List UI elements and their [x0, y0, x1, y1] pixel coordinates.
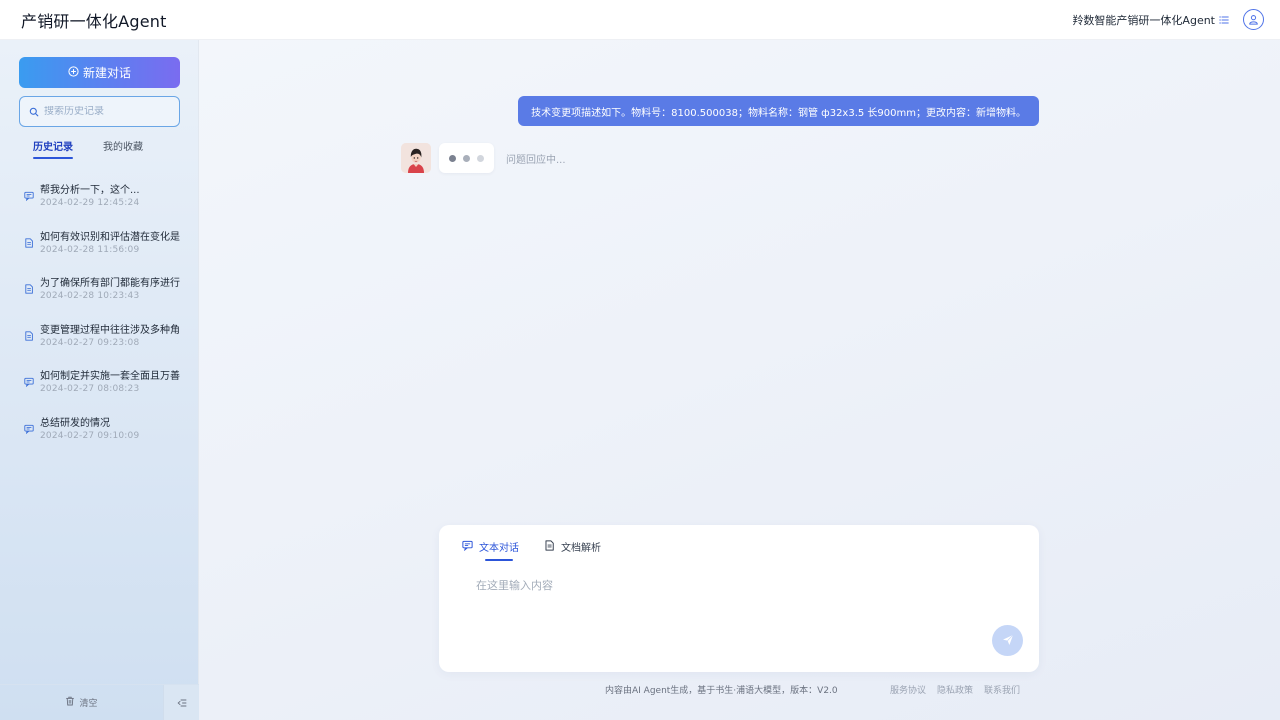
collapse-sidebar-button[interactable]: [163, 685, 199, 720]
search-icon: [29, 102, 39, 121]
history-item-title: 为了确保所有部门都能有序进行: [40, 278, 180, 290]
plus-circle-icon: [68, 65, 79, 80]
list-icon: [1219, 15, 1229, 25]
message-input[interactable]: [476, 577, 976, 637]
header-actions: 羚数智能产销研一体化Agent: [1072, 9, 1264, 30]
footer-links: 服务协议 隐私政策 联系我们: [890, 683, 1020, 696]
sidebar-footer: 清空: [0, 684, 199, 720]
tab-favorites[interactable]: 我的收藏: [103, 138, 143, 157]
history-item[interactable]: 如何有效识别和评估潜在变化是 2024-02-28 11:56:09: [24, 231, 192, 278]
history-item-date: 2024-02-28 10:23:43: [40, 291, 140, 302]
terms-link[interactable]: 服务协议: [890, 683, 926, 696]
document-icon: [544, 539, 555, 554]
send-button[interactable]: [992, 625, 1023, 656]
history-item-title: 如何有效识别和评估潜在变化是: [40, 231, 180, 243]
history-search-input[interactable]: [44, 106, 164, 117]
chat-icon: [24, 419, 34, 435]
sidebar-tabs: 历史记录 我的收藏: [33, 138, 143, 159]
chat-icon: [24, 186, 34, 202]
contact-link[interactable]: 联系我们: [984, 683, 1020, 696]
history-item-date: 2024-02-27 09:10:09: [40, 430, 140, 441]
collapse-icon: [177, 693, 187, 712]
tab-text-chat-label: 文本对话: [479, 543, 519, 554]
trash-icon: [65, 696, 75, 709]
tab-document-parse-label: 文档解析: [561, 543, 601, 554]
chat-icon: [462, 540, 473, 554]
top-header: 产销研一体化Agent 羚数智能产销研一体化Agent: [0, 0, 1280, 40]
response-status: 问题回应中...: [506, 154, 566, 166]
history-item-title: 变更管理过程中往往涉及多种角: [40, 324, 180, 336]
history-item-date: 2024-02-29 12:45:24: [40, 198, 140, 208]
user-profile-button[interactable]: [1243, 9, 1264, 30]
typing-dot: [463, 154, 470, 162]
sidebar: 新建对话 历史记录 我的收藏 帮我分析一下，这个... 2024-02-29 1…: [0, 40, 199, 720]
clear-history-button[interactable]: 清空: [0, 685, 163, 720]
app-title: 产销研一体化Agent: [21, 11, 167, 31]
user-icon: [1248, 10, 1259, 29]
org-link-label: 羚数智能产销研一体化Agent: [1072, 13, 1215, 27]
history-item[interactable]: 帮我分析一下，这个... 2024-02-29 12:45:24: [24, 184, 192, 231]
new-chat-button[interactable]: 新建对话: [19, 57, 180, 88]
history-item[interactable]: 总结研发的情况 2024-02-27 09:10:09: [24, 417, 192, 464]
privacy-link[interactable]: 隐私政策: [937, 683, 973, 696]
composer-panel: 文本对话 文档解析: [439, 525, 1039, 672]
history-item-date: 2024-02-28 11:56:09: [40, 244, 140, 255]
send-icon: [1002, 631, 1014, 650]
mode-tabs: 文本对话 文档解析: [462, 539, 601, 561]
history-item[interactable]: 变更管理过程中往往涉及多种角 2024-02-27 09:23:08: [24, 324, 192, 371]
history-item-title: 帮我分析一下，这个...: [40, 185, 140, 196]
history-item[interactable]: 为了确保所有部门都能有序进行 2024-02-28 10:23:43: [24, 277, 192, 324]
history-item-title: 如何制定并实施一套全面且万善: [40, 371, 180, 383]
history-item-title: 总结研发的情况: [40, 417, 110, 429]
history-item-date: 2024-02-27 08:08:23: [40, 384, 140, 395]
history-item[interactable]: 如何制定并实施一套全面且万善 2024-02-27 08:08:23: [24, 370, 192, 417]
chat-area: 技术变更项描述如下。物料号：8100.500038；物料名称：钢管 ф32x3.…: [199, 40, 1280, 720]
history-search: [19, 96, 180, 127]
typing-indicator: [439, 143, 494, 173]
document-icon: [24, 233, 34, 248]
tab-document-parse[interactable]: 文档解析: [544, 539, 601, 560]
ai-disclaimer: 内容由AI Agent生成，基于书生·浦语大模型，版本：V2.0: [605, 686, 838, 696]
tab-text-chat[interactable]: 文本对话: [462, 539, 519, 561]
chat-icon: [24, 372, 34, 388]
document-icon: [24, 279, 34, 294]
clear-label: 清空: [79, 699, 98, 709]
history-item-date: 2024-02-27 09:23:08: [40, 337, 140, 348]
user-message-bubble: 技术变更项描述如下。物料号：8100.500038；物料名称：钢管 ф32x3.…: [518, 96, 1039, 126]
typing-dot: [477, 154, 484, 162]
org-menu-link[interactable]: 羚数智能产销研一体化Agent: [1072, 12, 1229, 28]
assistant-avatar: [401, 143, 431, 173]
history-list: 帮我分析一下，这个... 2024-02-29 12:45:24 如何有效识别和…: [24, 184, 192, 464]
new-chat-label: 新建对话: [82, 66, 131, 80]
typing-dot: [449, 154, 456, 162]
assistant-message-row: 问题回应中...: [401, 143, 566, 173]
tab-history[interactable]: 历史记录: [33, 138, 73, 159]
document-icon: [24, 326, 34, 341]
